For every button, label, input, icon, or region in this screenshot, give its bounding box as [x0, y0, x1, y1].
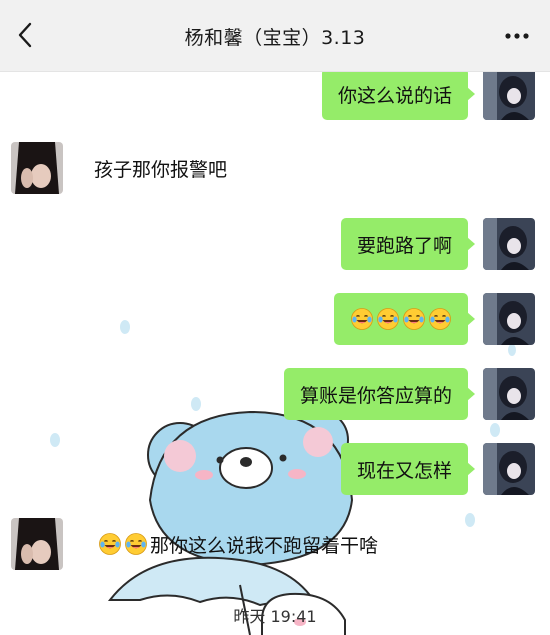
laugh-cry-emoji-icon [125, 533, 147, 555]
chevron-left-icon [18, 22, 32, 48]
my-avatar[interactable] [483, 443, 535, 495]
laugh-cry-emoji-icon [429, 308, 451, 330]
laugh-cry-emoji-icon [403, 308, 425, 330]
message-text: 你这么说的话 [337, 84, 452, 107]
more-dots-icon [505, 33, 529, 39]
message-bubble-received[interactable]: 孩子那你报警吧 [80, 142, 243, 194]
my-avatar[interactable] [483, 368, 535, 420]
message-bubble-sent[interactable]: 你这么说的话 [321, 68, 476, 120]
chat-header: 杨和馨（宝宝）3.13 [0, 0, 550, 72]
emoji-group [98, 532, 148, 556]
chat-title: 杨和馨（宝宝）3.13 [184, 26, 366, 49]
message-text: 那你这么说我不跑留着干啥 [150, 534, 379, 557]
laugh-cry-emoji-icon [99, 533, 121, 555]
laugh-cry-emoji-icon [377, 308, 399, 330]
laugh-cry-emoji-icon [351, 308, 373, 330]
message-text: 算账是你答应算的 [299, 384, 452, 407]
more-button[interactable] [498, 20, 536, 52]
back-button[interactable] [8, 18, 42, 52]
message-text: 现在又怎样 [356, 459, 452, 482]
message-bubble-received[interactable]: 那你这么说我不跑留着干啥 [84, 518, 394, 570]
contact-avatar[interactable] [11, 142, 63, 194]
message-bubble-sent[interactable]: 要跑路了啊 [340, 218, 476, 270]
message-bubble-sent[interactable] [334, 293, 475, 345]
message-bubble-sent[interactable]: 算账是你答应算的 [283, 368, 476, 420]
message-text: 要跑路了啊 [356, 234, 452, 257]
message-bubble-sent[interactable]: 现在又怎样 [340, 443, 476, 495]
my-avatar[interactable] [483, 218, 535, 270]
message-text: 孩子那你报警吧 [94, 158, 228, 181]
my-avatar[interactable] [483, 293, 535, 345]
contact-avatar[interactable] [11, 518, 63, 570]
message-timestamp: 昨天 19:41 [233, 607, 317, 626]
my-avatar[interactable] [483, 68, 535, 120]
emoji-group [350, 307, 452, 331]
